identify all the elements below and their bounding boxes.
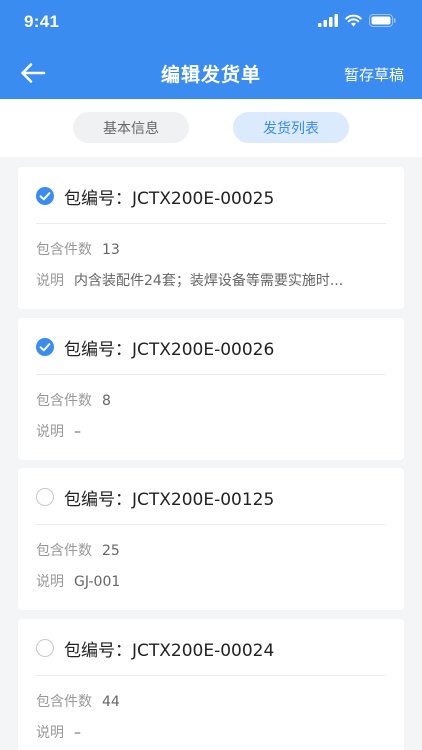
package-count-row: 包含件数 44 (36, 691, 386, 711)
desc-label: 说明 (36, 725, 64, 741)
divider (36, 223, 386, 224)
package-count-row: 包含件数 13 (36, 239, 386, 259)
divider (36, 675, 386, 676)
signal-icon (318, 14, 338, 27)
package-count-row: 包含件数 8 (36, 390, 386, 410)
package-title: 包编号：JCTX200E-00025 (64, 189, 275, 209)
desc-label: 说明 (36, 273, 64, 289)
package-card-header[interactable]: 包编号：JCTX200E-00026 (18, 318, 404, 374)
package-desc-row: 说明 GJ-001 (36, 571, 386, 591)
package-card: 包编号：JCTX200E-00024 包含件数 44 说明 – (18, 619, 404, 750)
package-desc-row: 说明 – (36, 421, 386, 441)
package-desc-row: 说明 内含装配件24套；装焊设备等需要实施时... (36, 270, 386, 290)
wifi-icon (345, 14, 362, 27)
package-title: 包编号：JCTX200E-00026 (64, 340, 275, 360)
battery-icon (369, 14, 396, 27)
package-card-header[interactable]: 包编号：JCTX200E-00025 (18, 167, 404, 223)
status-time: 9:41 (24, 12, 60, 31)
desc-value: GJ-001 (74, 574, 121, 590)
checked-circle-icon[interactable] (36, 187, 54, 205)
count-value: 44 (102, 694, 120, 710)
package-card-header[interactable]: 包编号：JCTX200E-00125 (18, 468, 404, 524)
desc-label: 说明 (36, 424, 64, 440)
unchecked-circle-icon[interactable] (36, 488, 54, 506)
package-card: 包编号：JCTX200E-00025 包含件数 13 说明 内含装配件24套；装焊设… (18, 167, 404, 309)
package-count-row: 包含件数 25 (36, 540, 386, 560)
tab-shipping-list[interactable]: 发货列表 (233, 112, 349, 143)
package-card-header[interactable]: 包编号：JCTX200E-00024 (18, 619, 404, 675)
status-bar: 9:41 (0, 0, 422, 44)
package-card: 包编号：JCTX200E-00125 包含件数 25 说明 GJ-001 (18, 468, 404, 610)
package-card: 包编号：JCTX200E-00026 包含件数 8 说明 – (18, 318, 404, 460)
desc-value: – (74, 424, 81, 440)
count-value: 25 (102, 543, 120, 559)
desc-value: – (74, 725, 81, 741)
package-title: 包编号：JCTX200E-00125 (64, 490, 275, 510)
tab-bar: 基本信息 发货列表 (0, 99, 422, 157)
status-icons (318, 14, 396, 27)
header: 9:41 编辑发货单 暂存草稿 (0, 0, 422, 99)
checked-circle-icon[interactable] (36, 338, 54, 356)
desc-value: 内含装配件24套；装焊设备等需要实施时... (74, 273, 344, 289)
count-value: 13 (102, 242, 120, 258)
unchecked-circle-icon[interactable] (36, 639, 54, 657)
navbar: 编辑发货单 暂存草稿 (0, 44, 422, 99)
divider (36, 524, 386, 525)
desc-label: 说明 (36, 574, 64, 590)
save-draft-button[interactable]: 暂存草稿 (344, 64, 404, 85)
count-label: 包含件数 (36, 393, 92, 409)
count-value: 8 (102, 393, 111, 409)
count-label: 包含件数 (36, 242, 92, 258)
count-label: 包含件数 (36, 694, 92, 710)
package-title: 包编号：JCTX200E-00024 (64, 641, 275, 661)
count-label: 包含件数 (36, 543, 92, 559)
package-desc-row: 说明 – (36, 722, 386, 742)
divider (36, 374, 386, 375)
tab-basic-info[interactable]: 基本信息 (73, 112, 189, 143)
